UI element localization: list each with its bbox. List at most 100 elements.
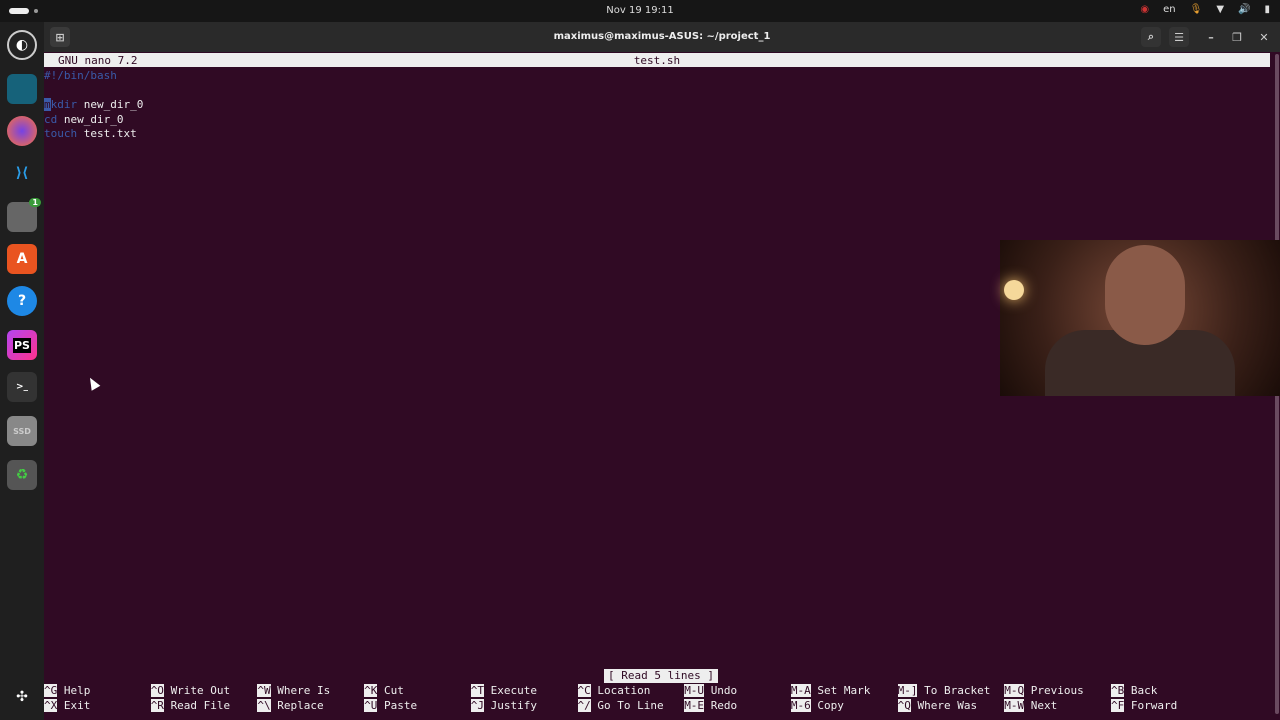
code-line[interactable]: touch test.txt (44, 127, 137, 141)
shortcut-item[interactable]: ^W Where Is (257, 684, 330, 698)
status-message: [ Read 5 lines ] (604, 669, 718, 683)
shortcut-item[interactable]: M-A Set Mark (790, 684, 870, 698)
shortcut-item[interactable]: ^R Read File (150, 699, 231, 713)
shortcut-key: ^\ (257, 699, 271, 712)
shortcut-label: Location (597, 684, 651, 697)
shortcut-label: Go To Line (597, 699, 664, 712)
volume-icon[interactable]: 🔊 (1238, 4, 1250, 15)
files-badge: 1 (29, 198, 41, 207)
terminal-titlebar[interactable]: ⊞ maximus@maximus-ASUS: ~/project_1 ⌕ ☰ … (44, 22, 1280, 52)
shortcut-key: ^G (44, 684, 58, 697)
shortcut-item[interactable]: ^\ Replace (257, 699, 324, 713)
top-bar: Nov 19 19:11 ◉ en 🎙 ▼ 🔊 ▮ (0, 0, 1280, 22)
phpstorm-icon[interactable]: PS (7, 330, 37, 360)
shortcut-item[interactable]: M-W Next (1004, 699, 1057, 713)
obs-icon[interactable]: ◐ (7, 30, 37, 60)
code-line[interactable]: mkdir new_dir_0 (44, 98, 143, 112)
ssd-drive-icon[interactable]: SSD (7, 416, 37, 446)
shortcut-label: Undo (710, 684, 738, 697)
shortcut-item[interactable]: ^U Paste (364, 699, 417, 713)
code-keyword: #!/bin/bash (44, 69, 117, 82)
shortcut-label: Copy (817, 699, 844, 712)
close-button[interactable]: ✕ (1254, 27, 1274, 47)
vscode-icon[interactable]: ⟩⟨ (7, 158, 37, 188)
shortcut-label: Where Is (277, 684, 331, 697)
microphone-icon[interactable]: 🎙 (1190, 4, 1203, 15)
maximize-button[interactable]: ❐ (1227, 27, 1247, 47)
shortcut-label: To Bracket (924, 684, 991, 697)
shortcut-item[interactable]: ^O Write Out (150, 684, 231, 698)
nano-filename: test.sh (633, 54, 681, 67)
shortcut-item[interactable]: ^K Cut (364, 684, 404, 698)
shortcut-key: ^O (150, 684, 164, 697)
app-center-icon[interactable]: A (7, 244, 37, 274)
webcam-overlay (1000, 240, 1280, 396)
files-icon[interactable]: 1 (7, 198, 41, 232)
shortcut-label: Help (63, 684, 91, 697)
shortcut-item[interactable]: ^/ Go To Line (577, 699, 664, 713)
shortcut-key: M-E (684, 699, 705, 712)
code-text: new_dir_0 (77, 98, 144, 112)
shortcut-item[interactable]: M-Q Previous (1004, 684, 1084, 698)
shortcut-item[interactable]: ^B Back (1111, 684, 1157, 698)
battery-icon[interactable]: ▮ (1264, 4, 1270, 15)
shortcut-key: M-6 (790, 699, 811, 712)
person-head (1105, 245, 1185, 345)
shortcut-item[interactable]: ^F Forward (1111, 699, 1177, 713)
dock: ◐ ⟩⟨ 1 A ? PS >_ SSD ♻ ✣ (0, 22, 44, 720)
shortcut-key: ^/ (577, 699, 591, 712)
code-line[interactable]: #!/bin/bash (44, 69, 117, 83)
shortcut-key: M-W (1004, 699, 1025, 712)
trash-icon[interactable]: ♻ (7, 460, 37, 490)
updates-icon[interactable]: ◉ (1140, 4, 1149, 15)
minimize-button[interactable]: – (1201, 27, 1221, 47)
show-apps-icon[interactable]: ✣ (7, 682, 37, 712)
shortcut-key: ^C (577, 684, 591, 697)
shortcut-label: Exit (63, 699, 91, 712)
menu-button[interactable]: ☰ (1169, 27, 1189, 47)
code-keyword: cd (44, 112, 58, 126)
workspace-app-icon[interactable] (7, 74, 37, 104)
text-cursor: m (44, 98, 51, 112)
shortcut-key: ^K (364, 684, 378, 697)
code-line[interactable]: cd new_dir_0 (44, 113, 123, 127)
code-keyword: touch (44, 127, 78, 141)
firefox-icon[interactable] (7, 116, 37, 146)
shortcut-label: Cut (383, 684, 404, 697)
ssd-label: SSD (13, 426, 31, 436)
shortcut-label: Redo (710, 699, 738, 712)
help-icon[interactable]: ? (7, 286, 37, 316)
shortcut-key: ^W (257, 684, 271, 697)
language-indicator[interactable]: en (1163, 4, 1176, 15)
shortcut-item[interactable]: ^Q Where Was (897, 699, 978, 713)
shortcut-key: M-] (897, 684, 918, 697)
shortcut-label: Replace (277, 699, 324, 712)
shortcut-item[interactable]: ^C Location (577, 684, 651, 698)
clock[interactable]: Nov 19 19:11 (0, 5, 1280, 16)
shortcut-item[interactable]: ^J Justify (470, 699, 537, 713)
search-button[interactable]: ⌕ (1141, 27, 1161, 47)
shortcut-item[interactable]: M-] To Bracket (897, 684, 991, 698)
shortcut-label: Write Out (170, 684, 231, 697)
shortcut-item[interactable]: M-6 Copy (790, 699, 844, 713)
terminal-icon[interactable]: >_ (7, 372, 37, 402)
wifi-icon[interactable]: ▼ (1216, 4, 1224, 15)
shortcut-key: ^B (1111, 684, 1125, 697)
shortcut-label: Read File (170, 699, 231, 712)
shortcut-label: Previous (1030, 684, 1084, 697)
shortcut-label: Where Was (917, 699, 978, 712)
shortcut-item[interactable]: M-U Undo (684, 684, 737, 698)
shortcut-key: ^F (1111, 699, 1125, 712)
shortcut-label: Execute (490, 684, 538, 697)
system-tray[interactable]: ◉ en 🎙 ▼ 🔊 ▮ (1140, 4, 1270, 15)
code-text: new_dir_0 (57, 112, 124, 126)
shortcut-key: ^U (364, 699, 378, 712)
code-keyword: mkdir (44, 98, 78, 112)
shortcut-item[interactable]: ^G Help (44, 684, 90, 698)
nano-header: GNU nano 7.2 test.sh (44, 53, 1270, 67)
shortcut-label: Back (1130, 684, 1158, 697)
shortcut-item[interactable]: ^T Execute (470, 684, 538, 698)
phpstorm-label: PS (13, 337, 31, 353)
shortcut-item[interactable]: M-E Redo (684, 699, 737, 713)
shortcut-item[interactable]: ^X Exit (44, 699, 90, 713)
